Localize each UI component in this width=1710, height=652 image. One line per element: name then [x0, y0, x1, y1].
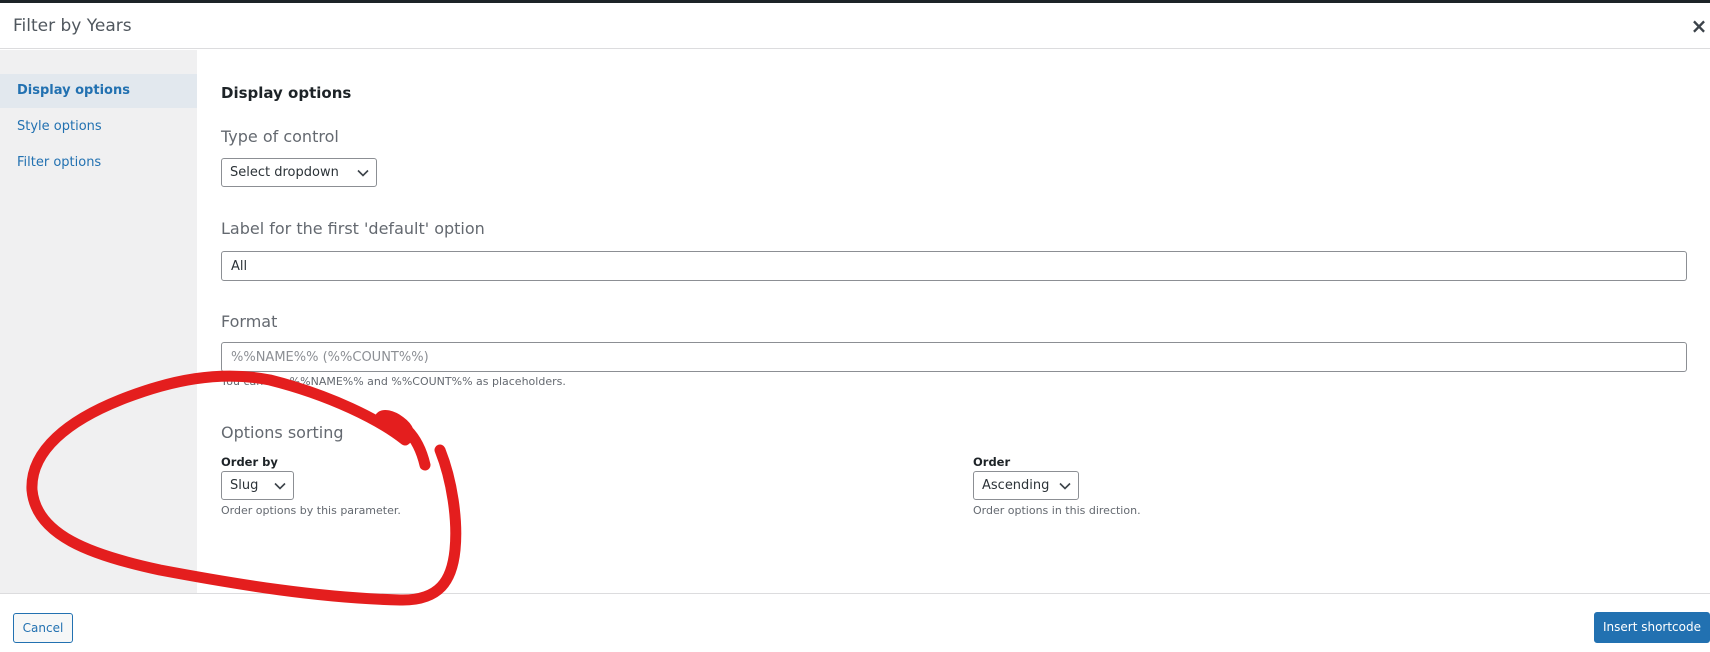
dialog-footer: Cancel Insert shortcode: [0, 593, 1710, 652]
close-icon[interactable]: ×: [1688, 11, 1710, 41]
chevron-down-icon: [1058, 472, 1072, 499]
type-of-control-heading: Type of control: [221, 127, 339, 146]
order-value: Ascending: [982, 478, 1050, 493]
section-title: Display options: [221, 84, 352, 102]
sidebar: Display options Style options Filter opt…: [0, 50, 197, 593]
sidebar-item-display-options[interactable]: Display options: [0, 74, 197, 108]
format-help-text: You can use %%NAME%% and %%COUNT%% as pl…: [221, 375, 566, 388]
order-by-select[interactable]: Slug: [221, 471, 294, 500]
insert-shortcode-button[interactable]: Insert shortcode: [1594, 612, 1710, 643]
type-of-control-value: Select dropdown: [230, 165, 339, 180]
default-label-heading: Label for the first 'default' option: [221, 219, 485, 238]
sidebar-item-style-options[interactable]: Style options: [0, 110, 197, 144]
order-select[interactable]: Ascending: [973, 471, 1079, 500]
main-panel: Display options Type of control Select d…: [197, 50, 1710, 593]
order-by-value: Slug: [230, 478, 259, 493]
order-help-text: Order options in this direction.: [973, 504, 1141, 517]
order-by-help-text: Order options by this parameter.: [221, 504, 401, 517]
format-heading: Format: [221, 312, 278, 331]
default-label-input[interactable]: [221, 251, 1687, 281]
dialog-title: Filter by Years: [13, 16, 132, 36]
sidebar-item-filter-options[interactable]: Filter options: [0, 146, 197, 180]
options-sorting-heading: Options sorting: [221, 423, 344, 442]
dialog-header: Filter by Years ×: [0, 3, 1710, 49]
order-label: Order: [973, 455, 1011, 469]
order-by-label: Order by: [221, 455, 278, 469]
format-input[interactable]: [221, 342, 1687, 372]
type-of-control-select[interactable]: Select dropdown: [221, 158, 377, 187]
cancel-button[interactable]: Cancel: [13, 613, 73, 643]
chevron-down-icon: [356, 159, 370, 186]
chevron-down-icon: [273, 472, 287, 499]
